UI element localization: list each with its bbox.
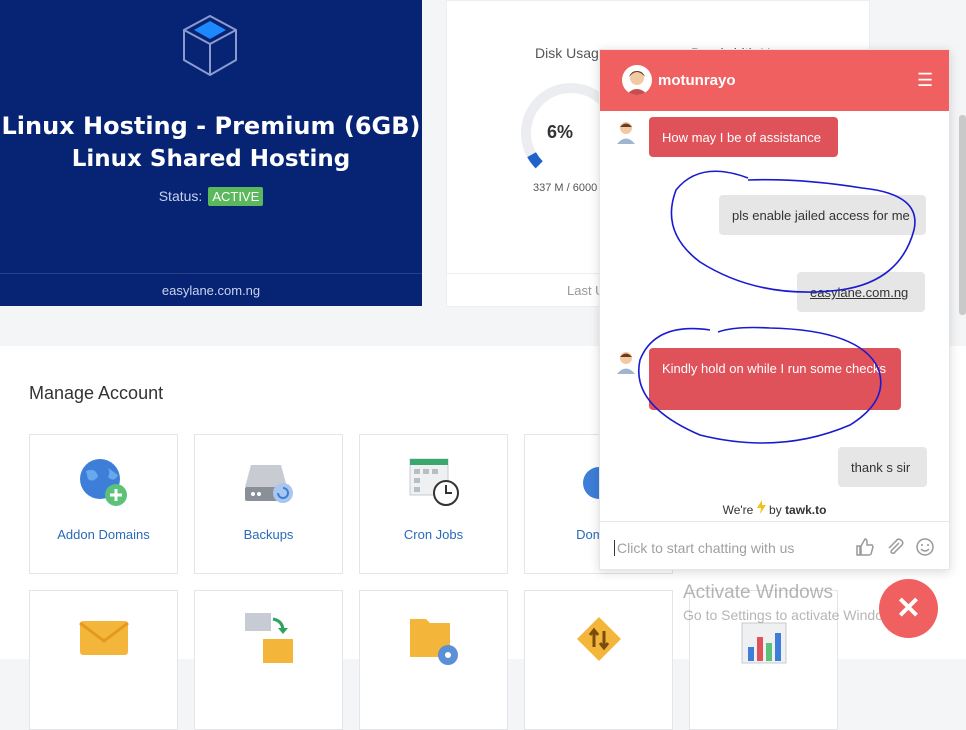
page-scrollbar[interactable]: [959, 115, 966, 315]
email-forward-icon: [245, 613, 293, 663]
tile-file-manager[interactable]: [359, 590, 508, 730]
diamond-sort-icon: [577, 617, 621, 661]
paperclip-icon[interactable]: [885, 537, 905, 557]
tile-cron-jobs[interactable]: Cron Jobs: [359, 434, 508, 574]
close-icon: ✕: [895, 592, 922, 625]
cube-icon: [183, 14, 237, 77]
emoji-icon[interactable]: [915, 537, 935, 557]
hard-drive-icon: [245, 465, 293, 503]
powered-by-word: by: [769, 503, 782, 517]
status-row: Status: ACTIVE: [0, 187, 422, 206]
chat-header: motunrayo ☰: [600, 50, 949, 111]
tile-label: Cron Jobs: [403, 527, 464, 542]
agent-avatar-icon: [626, 71, 648, 95]
disk-usage-title: Disk Usage: [535, 45, 607, 61]
chat-message-visitor: thank s sir: [838, 447, 927, 487]
watermark-line2: Go to Settings to activate Windows.: [683, 607, 904, 623]
powered-by: We're by tawk.to: [600, 500, 949, 517]
lightning-icon: [756, 500, 766, 514]
product-title: Linux Hosting - Premium (6GB): [1, 112, 421, 140]
chat-message-agent: Kindly hold on while I run some checks: [649, 348, 901, 410]
tile-label: Addon Domains: [57, 527, 150, 542]
status-badge: ACTIVE: [208, 187, 264, 206]
manage-account-title: Manage Account: [29, 383, 164, 403]
chat-close-button[interactable]: ✕: [879, 579, 938, 638]
product-subtitle: Linux Shared Hosting: [71, 146, 351, 172]
chat-message-agent: How may I be of assistance: [649, 117, 838, 157]
windows-activation-watermark: Activate Windows Go to Settings to activ…: [683, 582, 904, 623]
folder-gear-icon: [410, 619, 458, 665]
hamburger-menu-icon[interactable]: ☰: [917, 71, 933, 89]
disk-usage-percent: 6%: [547, 122, 574, 142]
tile-backups[interactable]: Backups: [194, 434, 343, 574]
chat-message-visitor: pls enable jailed access for me: [719, 195, 926, 235]
calendar-clock-icon: [409, 458, 459, 506]
tile-label: Backups: [243, 527, 294, 542]
thumbs-up-icon[interactable]: [855, 537, 875, 557]
globe-plus-icon: [80, 459, 127, 506]
tile-forwarders[interactable]: [194, 590, 343, 730]
envelope-icon: [79, 621, 129, 655]
status-label: Status:: [158, 188, 203, 204]
disk-usage-values: 337 M / 6000: [533, 182, 598, 194]
tawk-brand-link[interactable]: tawk.to: [785, 503, 826, 517]
watermark-line1: Activate Windows: [683, 582, 833, 603]
chat-input[interactable]: Click to start chatting with us: [614, 540, 794, 556]
agent-avatar-icon: [617, 122, 635, 144]
tile-sort[interactable]: [524, 590, 673, 730]
agent-avatar: [622, 65, 652, 95]
chat-input-bar: Click to start chatting with us: [600, 521, 949, 570]
domain-link[interactable]: easylane.com.ng: [0, 273, 422, 307]
tile-addon-domains[interactable]: Addon Domains: [29, 434, 178, 574]
agent-avatar-icon: [617, 352, 635, 374]
powered-prefix: We're: [722, 503, 754, 517]
tile-email[interactable]: [29, 590, 178, 730]
hosting-product-card: Linux Hosting - Premium (6GB) Linux Shar…: [0, 0, 422, 306]
chat-message-visitor-link[interactable]: easylane.com.ng: [797, 272, 925, 312]
agent-name: motunrayo: [658, 72, 736, 89]
chat-widget: motunrayo ☰ How may I be of assistance p…: [599, 49, 950, 570]
